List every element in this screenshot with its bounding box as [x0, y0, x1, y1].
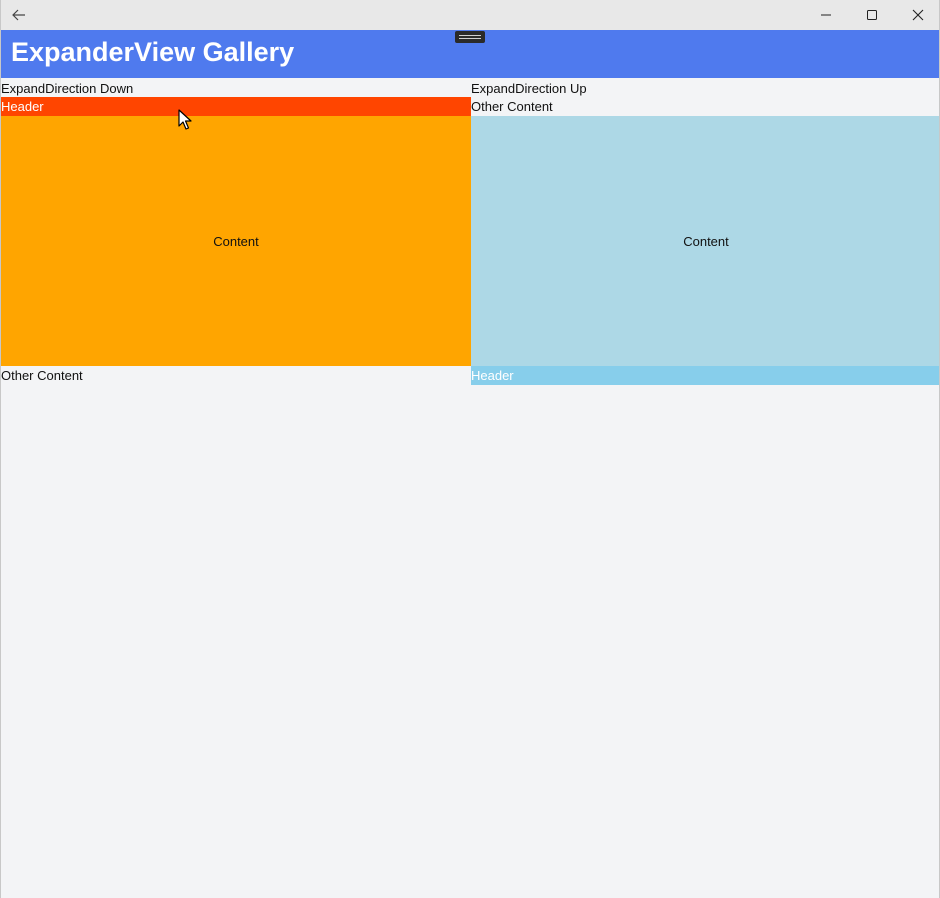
expander-down-header[interactable]: Header [1, 97, 471, 116]
expand-up-label: ExpandDirection Up [471, 81, 587, 96]
close-button[interactable] [895, 0, 939, 30]
app-window: ExpanderView Gallery ExpandDirection Dow… [0, 0, 940, 898]
maximize-icon [867, 10, 877, 20]
other-content-up: Other Content [471, 99, 553, 114]
page-title: ExpanderView Gallery [11, 37, 295, 67]
minimize-icon [821, 14, 831, 16]
expander-up-content: Content [471, 116, 939, 366]
close-icon [912, 9, 924, 21]
content-label: Content [213, 233, 259, 249]
mouse-cursor-icon [178, 109, 192, 130]
expander-up-header[interactable]: Header [471, 366, 939, 385]
expand-down-label: ExpandDirection Down [1, 81, 134, 96]
drag-handle-icon[interactable] [455, 31, 485, 43]
minimize-button[interactable] [803, 0, 849, 30]
content-label: Content [683, 233, 729, 249]
arrow-left-icon [12, 9, 25, 21]
app-header: ExpanderView Gallery [1, 30, 939, 78]
title-bar[interactable] [1, 0, 939, 30]
other-content-down: Other Content [1, 368, 83, 383]
expander-down-content: Content [1, 116, 471, 366]
maximize-button[interactable] [849, 0, 895, 30]
back-button[interactable] [1, 0, 37, 30]
